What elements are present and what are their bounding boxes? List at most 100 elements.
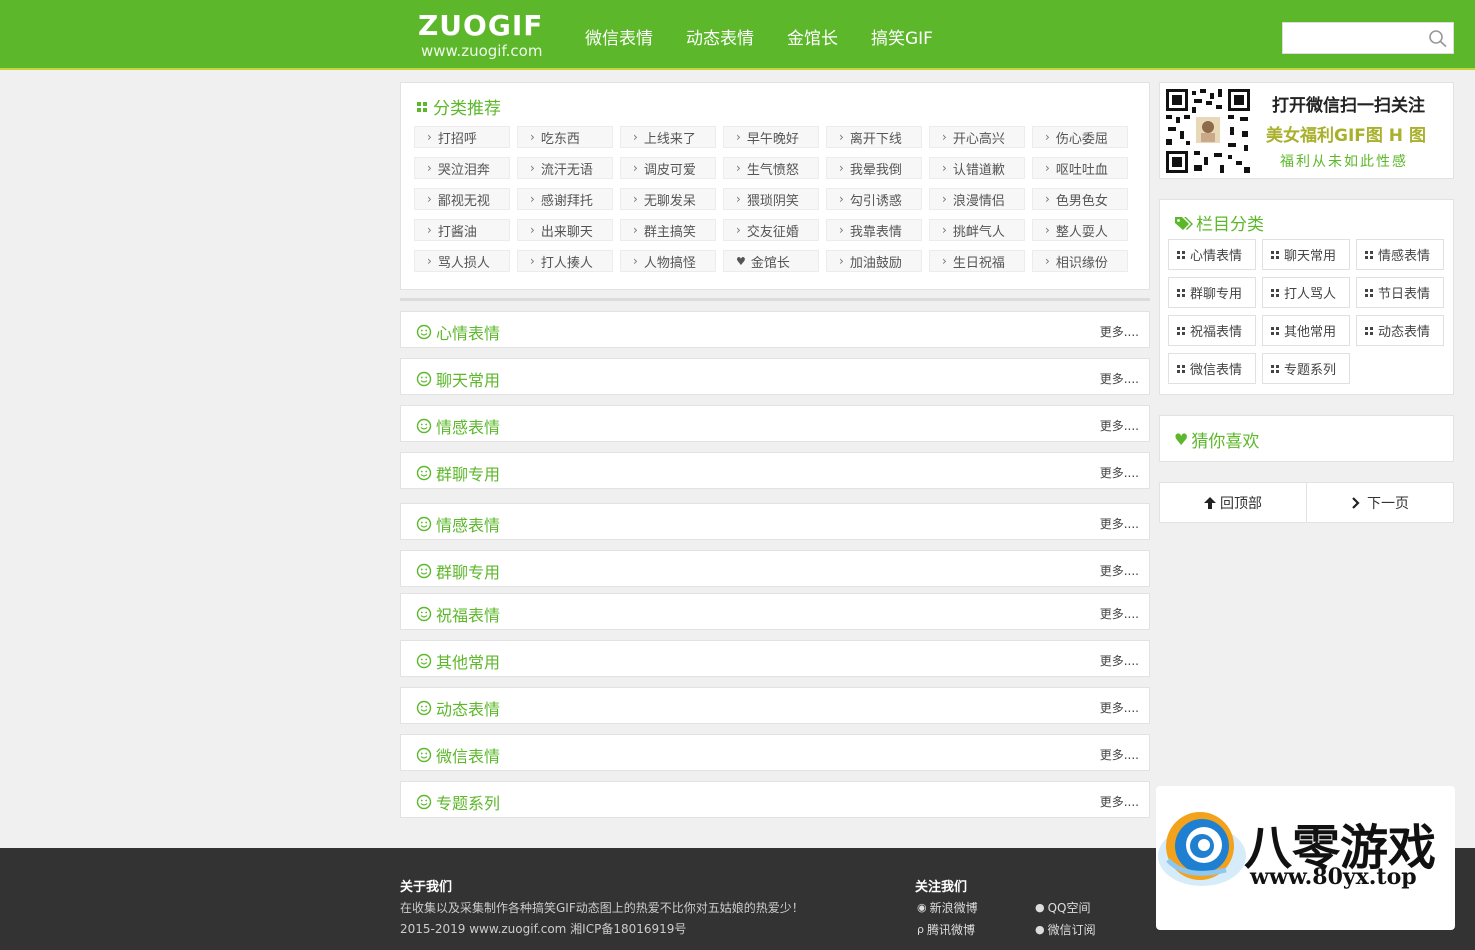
category-tag[interactable]: › 猥琐阴笑 — [723, 188, 819, 210]
column-item[interactable]: 群聊专用 — [1168, 277, 1256, 308]
category-tag[interactable]: › 调皮可爱 — [620, 157, 716, 179]
column-item[interactable]: 其他常用 — [1262, 315, 1350, 346]
page-navigation: 回顶部 下一页 — [1159, 482, 1454, 523]
category-tag[interactable]: › 呕吐吐血 — [1032, 157, 1128, 179]
category-tag[interactable]: › 早午晚好 — [723, 126, 819, 148]
category-tag[interactable]: › 色男色女 — [1032, 188, 1128, 210]
category-tag[interactable]: › 群主搞笑 — [620, 219, 716, 241]
category-tag[interactable]: › 离开下线 — [826, 126, 922, 148]
back-to-top-button[interactable]: 回顶部 — [1160, 483, 1307, 522]
category-tag[interactable]: › 我晕我倒 — [826, 157, 922, 179]
category-tag[interactable]: › 打酱油 — [414, 219, 510, 241]
category-tag[interactable]: › 伤心委屈 — [1032, 126, 1128, 148]
category-tag[interactable]: › 无聊发呆 — [620, 188, 716, 210]
smiley-icon — [416, 563, 432, 579]
category-tag[interactable]: › 流汗无语 — [517, 157, 613, 179]
footer-link-tencent-weibo[interactable]: ρ 腾讯微博 — [917, 921, 975, 938]
section-title[interactable]: 聊天常用 — [416, 367, 500, 391]
section-title[interactable]: 专题系列 — [416, 790, 500, 814]
more-link[interactable]: 更多.... — [1100, 746, 1139, 763]
column-item[interactable]: 节日表情 — [1356, 277, 1444, 308]
section-title[interactable]: 情感表情 — [416, 414, 500, 438]
section-title[interactable]: 祝福表情 — [416, 602, 500, 626]
more-link[interactable]: 更多.... — [1100, 699, 1139, 716]
category-tag-label: 勾引诱惑 — [849, 193, 902, 209]
smiley-icon — [416, 653, 432, 669]
section-title-label: 情感表情 — [436, 418, 501, 437]
more-link[interactable]: 更多.... — [1100, 605, 1139, 622]
category-tag[interactable]: › 生气愤怒 — [723, 157, 819, 179]
column-item-label: 打人骂人 — [1284, 287, 1337, 302]
category-tag[interactable]: › 上线来了 — [620, 126, 716, 148]
column-item[interactable]: 聊天常用 — [1262, 239, 1350, 270]
more-link[interactable]: 更多.... — [1100, 562, 1139, 579]
column-item[interactable]: 动态表情 — [1356, 315, 1444, 346]
category-tag[interactable]: › 交友征婚 — [723, 219, 819, 241]
more-link[interactable]: 更多.... — [1100, 323, 1139, 340]
category-tag[interactable]: › 人物搞怪 — [620, 250, 716, 272]
section-title[interactable]: 微信表情 — [416, 743, 500, 767]
category-tag[interactable]: › 挑衅气人 — [929, 219, 1025, 241]
more-link[interactable]: 更多.... — [1100, 515, 1139, 532]
footer-link-weibo[interactable]: ◉ 新浪微博 — [917, 899, 978, 916]
category-tag[interactable]: › 哭泣泪奔 — [414, 157, 510, 179]
category-tag[interactable]: › 感谢拜托 — [517, 188, 613, 210]
category-tag[interactable]: › 打招呼 — [414, 126, 510, 148]
more-link[interactable]: 更多.... — [1100, 417, 1139, 434]
category-tag[interactable]: › 勾引诱惑 — [826, 188, 922, 210]
category-tag[interactable]: › 加油鼓励 — [826, 250, 922, 272]
category-tag[interactable]: ♥ 金馆长 — [723, 250, 819, 272]
category-tag-label: 交友征婚 — [746, 224, 799, 240]
column-item[interactable]: 情感表情 — [1356, 239, 1444, 270]
nav-kim-gwan-jang[interactable]: 金馆长 — [787, 24, 838, 49]
grid-icon — [1177, 326, 1185, 335]
column-item-label: 心情表情 — [1190, 249, 1243, 264]
section-title[interactable]: 动态表情 — [416, 696, 500, 720]
section-title[interactable]: 群聊专用 — [416, 461, 500, 485]
nav-animated-emoji[interactable]: 动态表情 — [686, 24, 754, 49]
qr-code — [1164, 87, 1252, 175]
chevron-right-icon: › — [839, 254, 844, 268]
section-title[interactable]: 其他常用 — [416, 649, 500, 673]
category-tag[interactable]: › 骂人损人 — [414, 250, 510, 272]
chevron-right-icon: › — [427, 254, 432, 268]
section-title[interactable]: 群聊专用 — [416, 559, 500, 583]
column-item[interactable]: 打人骂人 — [1262, 277, 1350, 308]
category-tag[interactable]: › 认错道歉 — [929, 157, 1025, 179]
more-link[interactable]: 更多.... — [1100, 793, 1139, 810]
more-link[interactable]: 更多.... — [1100, 370, 1139, 387]
category-tag-label: 哭泣泪奔 — [437, 162, 490, 178]
category-tag[interactable]: › 我靠表情 — [826, 219, 922, 241]
search-icon[interactable] — [1427, 28, 1449, 48]
section-title-label: 其他常用 — [436, 653, 501, 672]
qq-icon: ● — [1035, 901, 1045, 914]
footer-link-wechat[interactable]: ● 微信订阅 — [1035, 921, 1096, 938]
category-tag[interactable]: › 打人揍人 — [517, 250, 613, 272]
category-tag[interactable]: › 鄙视无视 — [414, 188, 510, 210]
more-link[interactable]: 更多.... — [1100, 464, 1139, 481]
category-tag[interactable]: › 吃东西 — [517, 126, 613, 148]
category-tag[interactable]: › 生日祝福 — [929, 250, 1025, 272]
search-input[interactable] — [1283, 23, 1423, 53]
footer-link-qzone[interactable]: ● QQ空间 — [1035, 899, 1091, 916]
more-link[interactable]: 更多.... — [1100, 652, 1139, 669]
back-to-top-label: 回顶部 — [1220, 495, 1262, 512]
column-item[interactable]: 专题系列 — [1262, 353, 1350, 384]
column-item[interactable]: 微信表情 — [1168, 353, 1256, 384]
category-tag[interactable]: › 开心高兴 — [929, 126, 1025, 148]
chevron-right-icon: › — [1045, 130, 1050, 144]
section-title[interactable]: 情感表情 — [416, 512, 500, 536]
nav-wechat-emoji[interactable]: 微信表情 — [585, 24, 653, 49]
site-logo[interactable]: ZUOGIF www.zuogif.com — [418, 10, 558, 62]
column-item[interactable]: 祝福表情 — [1168, 315, 1256, 346]
column-item-label: 情感表情 — [1378, 249, 1431, 264]
column-item[interactable]: 心情表情 — [1168, 239, 1256, 270]
category-tag[interactable]: › 相识缘份 — [1032, 250, 1128, 272]
section-title[interactable]: 心情表情 — [416, 320, 500, 344]
nav-funny-gif[interactable]: 搞笑GIF — [871, 24, 933, 49]
category-tag[interactable]: › 整人耍人 — [1032, 219, 1128, 241]
category-tag[interactable]: › 出来聊天 — [517, 219, 613, 241]
next-page-button[interactable]: 下一页 — [1307, 483, 1453, 522]
category-tag[interactable]: › 浪漫情侣 — [929, 188, 1025, 210]
chevron-right-icon: › — [427, 192, 432, 206]
